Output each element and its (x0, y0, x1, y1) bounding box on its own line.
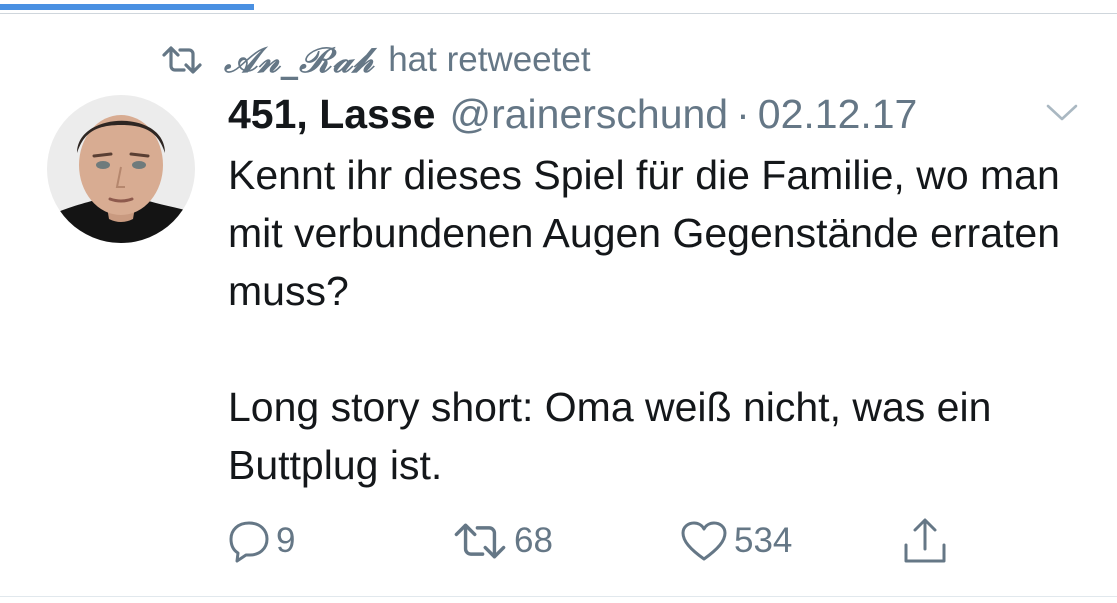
retweet-button[interactable]: 68 (452, 514, 553, 568)
author-name[interactable]: 451, Lasse (228, 91, 435, 138)
author-handle[interactable]: @rainerschund (449, 91, 728, 138)
reply-icon (229, 521, 269, 563)
tweet-date[interactable]: 02.12.17 (758, 91, 918, 138)
tweet-header: 451, Lasse @rainerschund · 02.12.17 (228, 88, 917, 140)
header-separator: · (736, 90, 750, 137)
avatar[interactable] (47, 95, 195, 243)
share-icon (904, 518, 946, 563)
tweet-divider (0, 596, 1117, 597)
tweet-text: Kennt ihr dieses Spiel für die Familie, … (228, 146, 1088, 494)
retweet-icon (454, 523, 506, 559)
tweet-paragraph: Kennt ihr dieses Spiel für die Familie, … (228, 152, 1060, 314)
like-button[interactable]: 534 (680, 514, 792, 568)
user-avatar-image (47, 95, 195, 243)
retweeter-name[interactable]: 𝒜𝓃_ℛ𝒶𝒽 (224, 40, 374, 81)
like-count: 534 (734, 521, 793, 560)
active-tab-indicator (0, 4, 254, 10)
retweet-label: hat retweetet (388, 40, 591, 79)
share-button[interactable] (902, 514, 954, 568)
tweet-paragraph: Long story short: Oma weiß nicht, was ei… (228, 384, 992, 488)
retweet-count: 68 (514, 521, 553, 560)
reply-button[interactable]: 9 (228, 514, 295, 568)
retweet-icon (162, 46, 202, 74)
tweet-actions: 9 68 534 (228, 514, 988, 568)
heart-icon (681, 521, 727, 561)
reply-count: 9 (276, 521, 296, 560)
chevron-down-icon[interactable] (1042, 100, 1082, 124)
retweet-context[interactable]: 𝒜𝓃_ℛ𝒶𝒽 hat retweetet (162, 38, 591, 82)
